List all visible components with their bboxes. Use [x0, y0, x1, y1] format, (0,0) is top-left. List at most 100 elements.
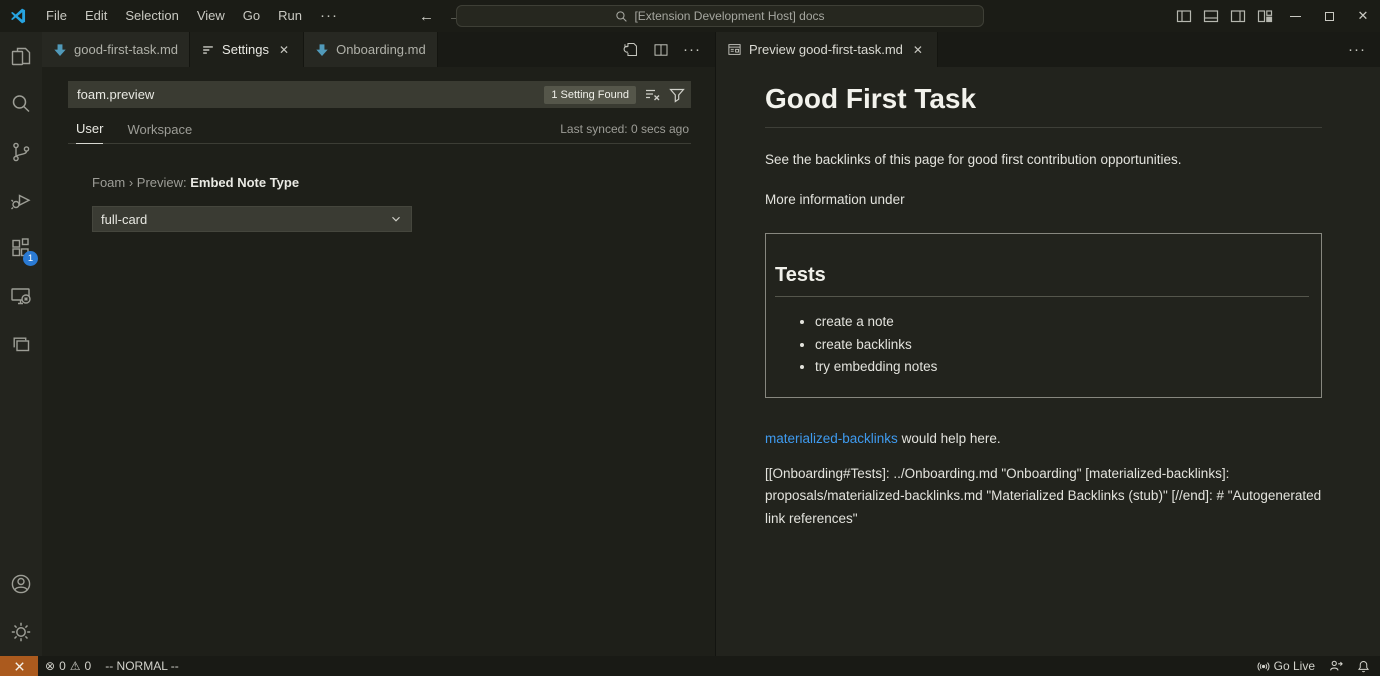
tab-label: Settings [222, 42, 269, 57]
chevron-down-icon [389, 212, 403, 226]
preview-link-line: materialized-backlinks would help here. [765, 431, 1322, 446]
toggle-panel-icon[interactable] [1197, 0, 1224, 32]
go-live-button[interactable]: Go Live [1250, 656, 1322, 676]
materialized-backlinks-link[interactable]: materialized-backlinks [765, 431, 898, 446]
settings-search-input[interactable]: foam.preview 1 Setting Found [68, 81, 691, 108]
settings-scope-row: User Workspace Last synced: 0 secs ago [68, 121, 691, 144]
tab-settings[interactable]: Settings ✕ [190, 32, 304, 67]
markdown-file-icon [53, 43, 67, 57]
tab-good-first-task[interactable]: good-first-task.md [42, 32, 190, 67]
clear-settings-search-icon[interactable] [644, 86, 661, 103]
warning-icon: ⚠ [70, 659, 81, 673]
select-value: full-card [101, 212, 147, 227]
command-center-label: [Extension Development Host] docs [634, 9, 824, 23]
toggle-secondary-sidebar-icon[interactable] [1224, 0, 1251, 32]
embedded-note-card: Tests create a note create backlinks try… [765, 233, 1322, 398]
tab-label: good-first-task.md [74, 42, 178, 57]
vim-mode-indicator[interactable]: -- NORMAL -- [98, 656, 186, 676]
titlebar: File Edit Selection View Go Run ··· ← → … [0, 0, 1380, 32]
remote-icon [13, 660, 26, 673]
menu-edit[interactable]: Edit [76, 0, 116, 32]
extensions-badge: 1 [23, 251, 38, 266]
extensions-icon[interactable]: 1 [0, 224, 42, 272]
activity-bar: 1 [0, 32, 42, 656]
menu-file[interactable]: File [37, 0, 76, 32]
settings-editor: foam.preview 1 Setting Found User Worksp… [42, 67, 715, 232]
link-tail-text: would help here. [898, 431, 1001, 446]
windows-layers-icon[interactable] [0, 320, 42, 368]
menu-bar: File Edit Selection View Go Run ··· [37, 0, 347, 32]
window-maximize-button[interactable] [1312, 0, 1346, 32]
customize-layout-icon[interactable] [1251, 0, 1278, 32]
markdown-preview-icon [727, 42, 742, 57]
scope-tab-workspace[interactable]: Workspace [127, 122, 192, 144]
window-close-button[interactable]: ✕ [1346, 0, 1380, 32]
tab-close-icon[interactable]: ✕ [910, 42, 926, 58]
scope-tab-user[interactable]: User [76, 121, 103, 144]
left-tabbar: good-first-task.md Settings ✕ Onboarding… [42, 32, 715, 67]
tab-preview-good-first-task[interactable]: Preview good-first-task.md ✕ [716, 32, 938, 67]
menu-go[interactable]: Go [234, 0, 269, 32]
vscode-logo-icon [9, 7, 27, 25]
right-tabbar: Preview good-first-task.md ✕ ··· [716, 32, 1380, 67]
search-icon [615, 10, 628, 23]
accounts-icon[interactable] [0, 560, 42, 608]
preview-paragraph-2: More information under [765, 192, 1322, 207]
bell-icon [1357, 660, 1370, 673]
source-control-icon[interactable] [0, 128, 42, 176]
last-synced-label: Last synced: 0 secs ago [560, 122, 689, 136]
search-view-icon[interactable] [0, 80, 42, 128]
preview-heading: Good First Task [765, 83, 1322, 128]
editor-group-settings: good-first-task.md Settings ✕ Onboarding… [42, 32, 716, 656]
status-bar: ⊗ 0 ⚠ 0 -- NORMAL -- Go Live [0, 656, 1380, 676]
editor-group-preview: Preview good-first-task.md ✕ ··· Good Fi… [716, 32, 1380, 656]
list-item: create a note [815, 311, 1309, 334]
setting-category: Foam › Preview: [92, 175, 190, 190]
embed-note-type-select[interactable]: full-card [92, 206, 412, 232]
tab-label: Preview good-first-task.md [749, 42, 903, 57]
settings-found-badge[interactable]: 1 Setting Found [544, 86, 636, 104]
problems-indicator[interactable]: ⊗ 0 ⚠ 0 [38, 656, 98, 676]
go-live-label: Go Live [1274, 659, 1315, 673]
feedback-button[interactable] [1322, 656, 1350, 676]
more-actions-icon[interactable]: ··· [1348, 41, 1366, 58]
menu-selection[interactable]: Selection [116, 0, 187, 32]
settings-search-value: foam.preview [77, 87, 544, 102]
open-settings-json-icon[interactable] [622, 41, 639, 58]
broadcast-icon [1257, 660, 1270, 673]
preview-paragraph-1: See the backlinks of this page for good … [765, 152, 1322, 167]
tab-label: Onboarding.md [336, 42, 426, 57]
error-count: 0 [59, 659, 66, 673]
setting-embed-note-type: Foam › Preview: Embed Note Type full-car… [92, 175, 691, 232]
tab-close-icon[interactable]: ✕ [276, 42, 292, 58]
markdown-preview-body: Good First Task See the backlinks of thi… [716, 67, 1380, 530]
remote-explorer-icon[interactable] [0, 272, 42, 320]
more-actions-icon[interactable]: ··· [683, 41, 701, 58]
explorer-icon[interactable] [0, 32, 42, 80]
vim-mode-label: -- NORMAL -- [105, 659, 179, 673]
warning-count: 0 [85, 659, 92, 673]
menu-view[interactable]: View [188, 0, 234, 32]
split-editor-icon[interactable] [653, 42, 669, 58]
run-debug-icon[interactable] [0, 176, 42, 224]
nav-back-icon[interactable]: ← [419, 8, 434, 25]
tab-onboarding[interactable]: Onboarding.md [304, 32, 438, 67]
remote-indicator[interactable] [0, 656, 38, 676]
toggle-primary-sidebar-icon[interactable] [1170, 0, 1197, 32]
menu-overflow-icon[interactable]: ··· [311, 0, 347, 32]
list-item: create backlinks [815, 334, 1309, 357]
embed-list: create a note create backlinks try embed… [775, 311, 1309, 379]
settings-gear-icon[interactable] [0, 608, 42, 656]
markdown-file-icon [315, 43, 329, 57]
list-item: try embedding notes [815, 356, 1309, 379]
link-references-text: [[Onboarding#Tests]: ../Onboarding.md "O… [765, 463, 1322, 531]
window-minimize-button[interactable] [1278, 0, 1312, 32]
menu-run[interactable]: Run [269, 0, 311, 32]
feedback-person-icon [1329, 659, 1343, 673]
notifications-button[interactable] [1350, 656, 1380, 676]
command-center-search[interactable]: [Extension Development Host] docs [456, 5, 984, 27]
error-icon: ⊗ [45, 659, 55, 673]
setting-name: Embed Note Type [190, 175, 299, 190]
filter-settings-icon[interactable] [669, 87, 685, 103]
embed-title: Tests [775, 264, 1309, 297]
